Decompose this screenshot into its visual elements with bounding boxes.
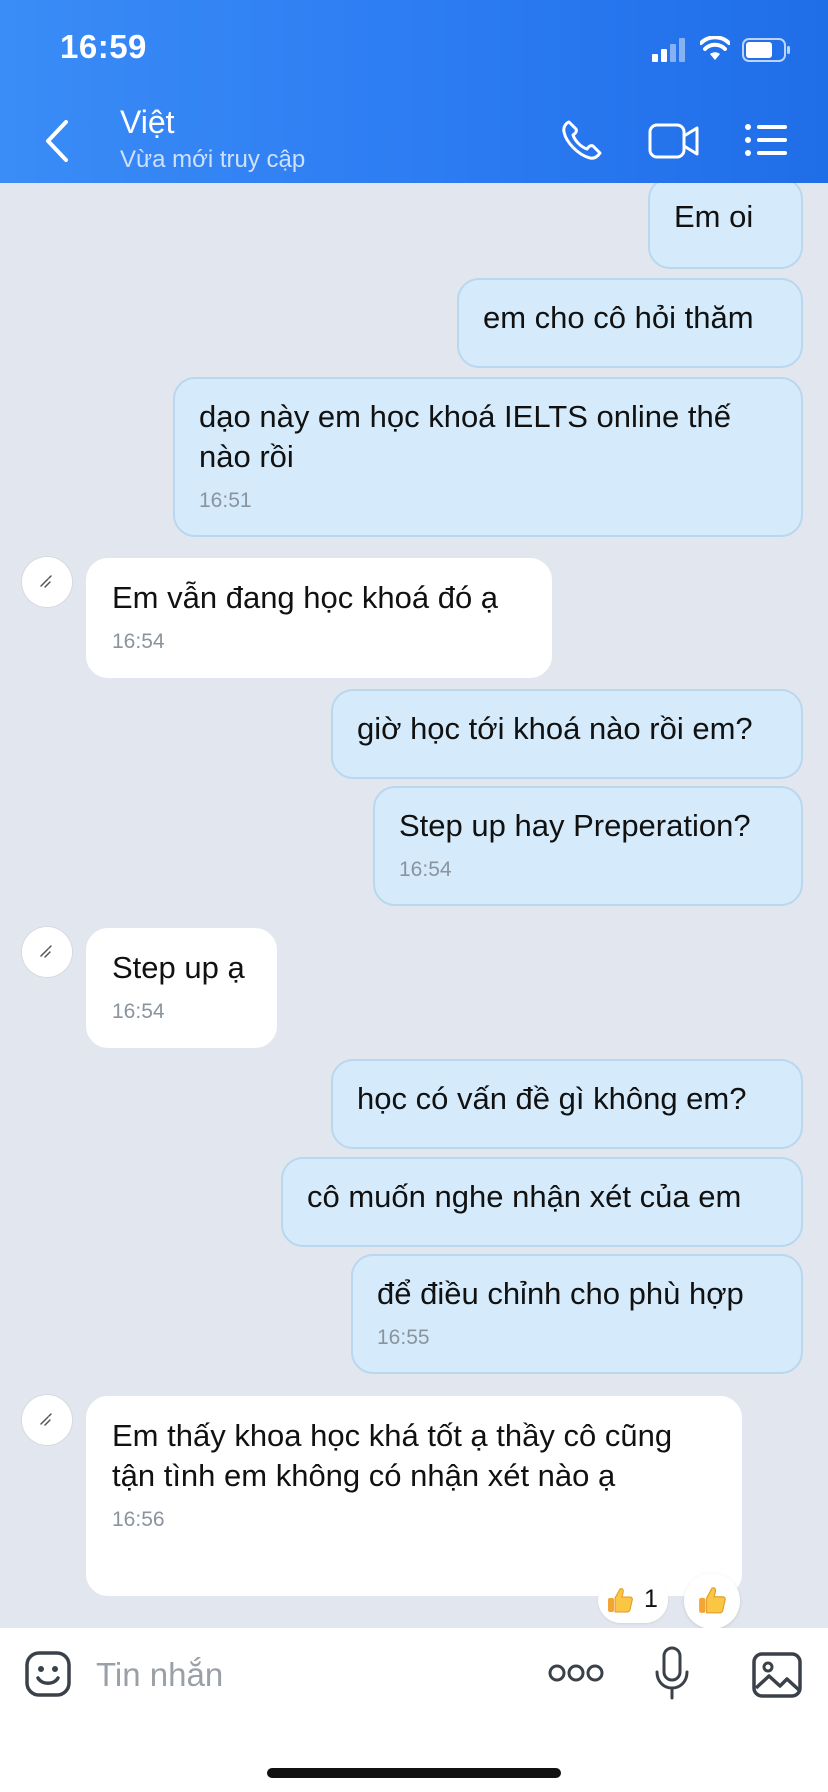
react-button[interactable]: [684, 1573, 740, 1629]
message-time: 16:54: [399, 858, 452, 881]
message-bubble-sent[interactable]: Em oi: [648, 183, 803, 269]
reaction-summary[interactable]: 1: [598, 1577, 668, 1623]
contact-avatar[interactable]: [22, 557, 72, 607]
contact-name[interactable]: Việt: [120, 104, 175, 141]
emoji-icon[interactable]: [24, 1650, 72, 1698]
message-bubble-received[interactable]: Em thấy khoa học khá tốt ạ thầy cô cũng …: [86, 1396, 742, 1596]
reaction-count: 1: [644, 1585, 658, 1613]
contact-avatar[interactable]: [22, 927, 72, 977]
message-text: giờ học tới khoá nào rồi em?: [357, 711, 753, 746]
contact-avatar[interactable]: [22, 1395, 72, 1445]
message-text: Step up hay Preperation?: [399, 808, 751, 843]
message-bubble-received[interactable]: Em vẫn đang học khoá đó ạ 16:54: [86, 558, 552, 678]
message-text: để điều chỉnh cho phù hợp: [377, 1276, 744, 1311]
message-time: 16:55: [377, 1326, 430, 1349]
back-chevron-icon[interactable]: [40, 118, 76, 164]
message-text: em cho cô hỏi thăm: [483, 300, 754, 335]
message-text: Em vẫn đang học khoá đó ạ: [112, 580, 499, 615]
message-input[interactable]: [94, 1646, 538, 1704]
message-text: Em oi: [674, 199, 754, 234]
message-bubble-sent[interactable]: dạo này em học khoá IELTS online thế nào…: [173, 377, 803, 537]
phone-icon[interactable]: [560, 118, 604, 162]
message-bubble-sent[interactable]: giờ học tới khoá nào rồi em?: [331, 689, 803, 779]
image-icon[interactable]: [752, 1652, 802, 1698]
message-time: 16:56: [112, 1508, 165, 1531]
cellular-signal-icon: [652, 38, 685, 62]
thumbs-up-icon: [608, 1588, 633, 1613]
message-bubble-sent[interactable]: Step up hay Preperation? 16:54: [373, 786, 803, 906]
message-bubble-received[interactable]: Step up ạ 16:54: [86, 928, 277, 1048]
chat-header: 16:59 Việt Vừa mới truy cập: [0, 0, 828, 183]
message-bubble-sent[interactable]: để điều chỉnh cho phù hợp 16:55: [351, 1254, 803, 1374]
message-time: 16:54: [112, 630, 165, 653]
thumbs-up-icon: [699, 1587, 726, 1614]
video-camera-icon[interactable]: [648, 120, 700, 162]
contact-status: Vừa mới truy cập: [120, 146, 306, 173]
message-time: 16:51: [199, 489, 252, 512]
status-bar-time: 16:59: [60, 28, 147, 65]
message-text: Step up ạ: [112, 950, 245, 985]
message-bubble-sent[interactable]: học có vấn đề gì không em?: [331, 1059, 803, 1149]
message-text: dạo này em học khoá IELTS online thế nào…: [199, 399, 731, 474]
message-time: 16:54: [112, 1000, 165, 1023]
message-list[interactable]: Em oi em cho cô hỏi thăm dạo này em học …: [0, 183, 828, 1628]
home-indicator[interactable]: [267, 1768, 561, 1778]
message-text: Em thấy khoa học khá tốt ạ thầy cô cũng …: [112, 1418, 673, 1493]
message-text: học có vấn đề gì không em?: [357, 1081, 747, 1116]
wifi-icon: [700, 36, 730, 60]
microphone-icon[interactable]: [654, 1646, 690, 1702]
battery-icon: [742, 38, 790, 62]
more-dots-icon[interactable]: [548, 1662, 604, 1684]
message-bubble-sent[interactable]: cô muốn nghe nhận xét của em: [281, 1157, 803, 1247]
message-bubble-sent[interactable]: em cho cô hỏi thăm: [457, 278, 803, 368]
message-text: cô muốn nghe nhận xét của em: [307, 1179, 742, 1214]
list-menu-icon[interactable]: [744, 122, 788, 158]
message-composer: [0, 1628, 828, 1792]
